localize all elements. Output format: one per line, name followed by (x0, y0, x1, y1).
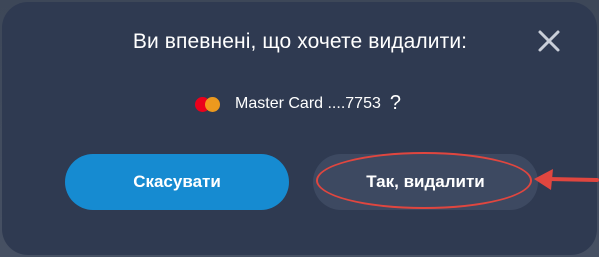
cancel-button[interactable]: Скасувати (65, 154, 289, 210)
dialog-title: Ви впевнені, що хочете видалити: (132, 30, 468, 53)
question-mark: ? (389, 91, 401, 114)
mastercard-logo-icon (192, 95, 224, 113)
card-label: Master Card ....7753 (235, 95, 381, 112)
close-icon[interactable] (532, 24, 566, 58)
confirm-delete-button[interactable]: Так, видалити (313, 154, 538, 210)
card-info: Master Card ....7753 ? (0, 91, 599, 117)
